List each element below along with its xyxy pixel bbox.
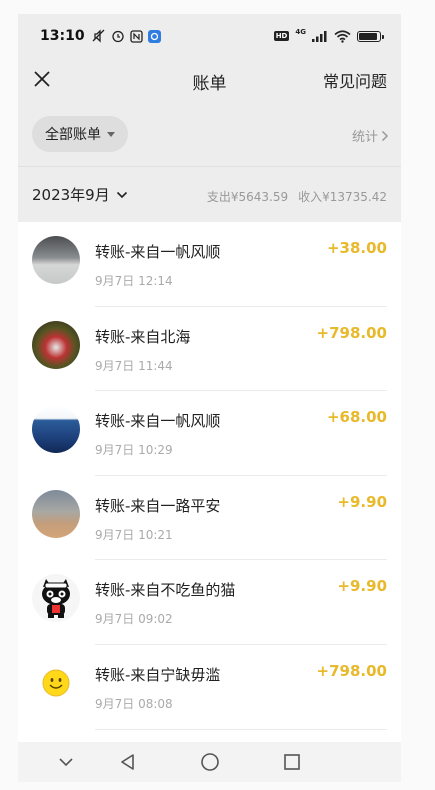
collapse-down-icon[interactable] — [56, 752, 76, 772]
chevron-right-icon — [381, 130, 389, 141]
transaction-time: 9月7日 11:44 — [95, 358, 173, 373]
status-right-icons: HD 4G — [273, 28, 384, 43]
recents-icon[interactable] — [282, 752, 302, 772]
avatar-photo-cartoon — [32, 320, 80, 369]
cat-icon — [42, 579, 70, 619]
transaction-row[interactable]: 转账-来自北海 9月7日 11:44 +798.00 — [18, 307, 401, 392]
home-icon[interactable] — [200, 752, 220, 772]
month-summary: 支出¥5643.59 收入¥13735.42 — [207, 188, 387, 205]
transaction-row[interactable]: 转账-来自宁缺毋滥 9月7日 08:08 +798.00 — [18, 645, 401, 730]
smiley-icon — [42, 669, 70, 697]
divider — [18, 166, 401, 167]
all-bills-filter[interactable]: 全部账单 — [32, 116, 128, 152]
transaction-row[interactable]: 转账-来自一帆风顺 9月7日 12:14 +38.00 — [18, 222, 401, 307]
transaction-row[interactable]: 转账-来自一路平安 9月7日 10:21 +9.90 — [18, 476, 401, 561]
close-icon[interactable] — [32, 69, 52, 89]
transaction-amount: +9.90 — [337, 492, 387, 511]
transaction-amount: +798.00 — [316, 661, 387, 680]
nav-bar: 账单 常见问题 — [18, 58, 401, 100]
hd-icon: HD — [273, 31, 290, 41]
month-label: 2023年9月 — [32, 186, 110, 204]
signal-icon — [312, 31, 327, 42]
phone-screen: 13:10 HD 4G 账单 常见问题 全部账单 统计 2023年9月 支出¥5… — [18, 14, 401, 782]
system-navigation-bar — [18, 742, 401, 782]
stats-label: 统计 — [351, 130, 378, 145]
expense-total: 支出¥5643.59 — [206, 190, 289, 204]
avatar-cat-icon — [32, 574, 80, 623]
transaction-time: 9月7日 08:08 — [95, 696, 173, 711]
transaction-title: 转账-来自一帆风顺 — [95, 243, 221, 261]
avatar-smiley-icon — [32, 658, 80, 707]
stats-link[interactable]: 统计 — [352, 126, 389, 145]
transaction-time: 9月7日 10:29 — [95, 443, 173, 458]
transaction-time: 9月7日 12:14 — [95, 274, 173, 288]
transaction-title: 转账-来自不吃鱼的猫 — [95, 581, 236, 600]
network-type: 4G — [295, 28, 306, 36]
filter-chip-label: 全部账单 — [45, 127, 101, 143]
transaction-list: 转账-来自一帆风顺 9月7日 12:14 +38.00 转账-来自北海 9月7日… — [18, 222, 401, 742]
avatar-photo-landscape — [32, 236, 80, 284]
income-total: 收入¥13735.42 — [298, 190, 387, 204]
transaction-row[interactable]: 转账-来自不吃鱼的猫 9月7日 09:02 +9.90 — [18, 560, 401, 645]
transaction-amount: +9.90 — [337, 577, 387, 596]
battery-icon — [357, 30, 384, 42]
transaction-title: 转账-来自一帆风顺 — [95, 412, 221, 431]
month-row: 2023年9月 支出¥5643.59 收入¥13735.42 — [18, 174, 401, 216]
transaction-title: 转账-来自一路平安 — [95, 496, 221, 515]
transaction-time: 9月7日 09:02 — [95, 612, 173, 627]
app-notification-icon — [147, 29, 161, 43]
row-divider — [95, 728, 387, 730]
faq-link[interactable]: 常见问题 — [323, 68, 387, 92]
alarm-icon — [111, 30, 124, 43]
month-picker[interactable]: 2023年9月 — [32, 184, 128, 205]
back-icon[interactable] — [118, 752, 138, 772]
status-time: 13:10 — [40, 28, 85, 44]
transaction-amount: +798.00 — [316, 323, 387, 342]
wifi-icon — [334, 29, 351, 43]
status-left-icons — [92, 29, 161, 43]
avatar-photo-sea — [32, 405, 80, 454]
transaction-amount: +68.00 — [326, 408, 387, 427]
filter-row: 全部账单 统计 — [18, 112, 401, 156]
transaction-time: 9月7日 10:21 — [95, 527, 173, 542]
mute-icon — [92, 29, 105, 43]
caret-down-icon — [107, 131, 115, 137]
chevron-down-icon — [116, 191, 127, 198]
avatar-photo-beach — [32, 489, 80, 538]
status-bar: 13:10 HD 4G — [18, 14, 401, 58]
transaction-amount: +38.00 — [326, 239, 387, 257]
nfc-icon — [129, 29, 143, 43]
transaction-title: 转账-来自宁缺毋滥 — [95, 665, 221, 684]
transaction-title: 转账-来自北海 — [95, 327, 191, 346]
transaction-row[interactable]: 转账-来自一帆风顺 9月7日 10:29 +68.00 — [18, 391, 401, 476]
